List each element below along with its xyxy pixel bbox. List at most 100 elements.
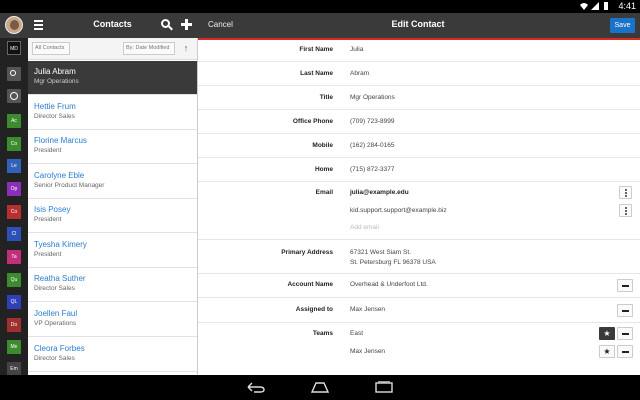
account-name-field[interactable]: Overhead & Underfoot Ltd. [350, 281, 428, 288]
menu-icon[interactable] [34, 20, 43, 30]
remove-assigned-button[interactable] [617, 304, 633, 317]
contact-title: President [34, 216, 62, 223]
rail-recent-icon[interactable] [7, 89, 21, 103]
rail-item-tasks[interactable]: Ta [7, 250, 21, 264]
rail-item-contacts[interactable]: Co [7, 137, 21, 151]
contact-title: Senior Product Manager [34, 182, 105, 189]
contact-title: Director Sales [34, 285, 75, 292]
team-1-field[interactable]: East [350, 330, 363, 337]
contacts-list-pane: All Contacts By: Date Modified ↑ Julia A… [28, 38, 198, 375]
filter-bar: All Contacts By: Date Modified ↑ [28, 38, 197, 60]
account-name-label: Account Name [287, 281, 333, 288]
list-item[interactable]: Cleora Forbes Director Sales [28, 338, 197, 372]
primary-address-label: Primary Address [281, 249, 333, 256]
page-title: Contacts [93, 19, 132, 29]
contact-name: Florine Marcus [34, 136, 87, 145]
mobile-field[interactable]: (162) 284-0165 [350, 142, 394, 149]
team-2-field[interactable]: Max Jensen [350, 348, 385, 355]
title-row: Title Mgr Operations [198, 86, 640, 110]
recent-apps-icon[interactable] [375, 381, 393, 393]
home-icon[interactable] [311, 381, 329, 393]
address-line1[interactable]: 67321 West Siam St. [350, 249, 411, 256]
sort-select[interactable]: By: Date Modified [123, 42, 175, 55]
sort-direction-icon[interactable]: ↑ [181, 42, 191, 55]
contact-name: Joellen Faul [34, 309, 78, 318]
list-item[interactable]: Tyesha Kimery President [28, 234, 197, 268]
contact-name: Hettie Frum [34, 102, 76, 111]
email-secondary-more-icon[interactable] [619, 204, 632, 217]
contact-name: Reatha Suther [34, 274, 86, 283]
office-phone-row: Office Phone (709) 723-8999 [198, 110, 640, 134]
add-icon[interactable] [181, 19, 192, 30]
list-item[interactable]: Julia Abram Mgr Operations [28, 61, 197, 95]
rail-search-icon[interactable] [7, 67, 21, 81]
email-primary-field[interactable]: julia@example.edu [350, 189, 409, 196]
rail-item-opportunities[interactable]: Op [7, 182, 21, 196]
rail-item-leads[interactable]: Le [7, 159, 21, 173]
contact-title: President [34, 251, 62, 258]
contact-name: Carolyne Eble [34, 171, 85, 180]
contact-title: Director Sales [34, 113, 75, 120]
assigned-to-label: Assigned to [295, 306, 333, 313]
save-button[interactable]: Save [610, 18, 635, 33]
remove-team-1-button[interactable] [617, 327, 633, 340]
list-item[interactable]: Isis Posey President [28, 199, 197, 233]
primary-team-star-icon[interactable]: ★ [599, 327, 615, 340]
email-label: Email [315, 189, 333, 196]
title-field[interactable]: Mgr Operations [350, 94, 395, 101]
rail-item-emails[interactable]: Em [7, 362, 21, 376]
first-name-field[interactable]: Julia [350, 46, 363, 53]
contact-name: Isis Posey [34, 205, 71, 214]
list-item[interactable]: Carolyne Eble Senior Product Manager [28, 165, 197, 199]
account-name-row: Account Name Overhead & Underfoot Ltd. [198, 274, 640, 298]
avatar[interactable] [5, 16, 23, 34]
rail-item-quotes[interactable]: Qu [7, 273, 21, 287]
wifi-icon [580, 3, 588, 10]
list-item[interactable]: Reatha Suther Director Sales [28, 268, 197, 302]
contact-title: President [34, 147, 62, 154]
battery-icon [604, 2, 608, 10]
edit-header: Cancel Edit Contact Save [198, 13, 640, 38]
home-field[interactable]: (715) 872-3377 [350, 166, 394, 173]
teams-label: Teams [312, 330, 333, 337]
rail-item-accounts[interactable]: Ac [7, 114, 21, 128]
last-name-field[interactable]: Abram [350, 70, 369, 77]
remove-account-button[interactable] [617, 279, 633, 292]
rail-item-documents[interactable]: Do [7, 318, 21, 332]
search-icon[interactable] [161, 19, 173, 31]
contact-name: Tyesha Kimery [34, 240, 87, 249]
list-item[interactable]: Hettie Frum Director Sales [28, 96, 197, 130]
filter-select[interactable]: All Contacts [32, 42, 70, 55]
office-phone-field[interactable]: (709) 723-8999 [350, 118, 394, 125]
contact-title: Mgr Operations [34, 78, 79, 85]
home-label: Home [314, 166, 333, 173]
rail-item-md[interactable]: MD [7, 41, 21, 55]
screen: 4:41 Contacts Cancel Edit Contact Save M… [0, 0, 640, 400]
remove-team-2-button[interactable] [617, 345, 633, 358]
list-item[interactable]: Florine Marcus President [28, 130, 197, 164]
address-line2[interactable]: St. Petersburg FL 96378 USA [350, 259, 436, 266]
cancel-button[interactable]: Cancel [208, 20, 233, 29]
contact-title: Director Sales [34, 355, 75, 362]
assigned-to-field[interactable]: Max Jensen [350, 306, 385, 313]
status-icons [580, 2, 610, 10]
office-phone-label: Office Phone [292, 118, 333, 125]
rail-item-meetings[interactable]: Me [7, 340, 21, 354]
contact-name: Cleora Forbes [34, 344, 85, 353]
contact-name: Julia Abram [34, 67, 76, 76]
back-icon[interactable] [246, 381, 266, 393]
system-nav-bar [0, 375, 640, 400]
first-name-row: First Name Julia [198, 40, 640, 62]
team-2-star-icon[interactable]: ★ [599, 345, 615, 358]
contact-title: VP Operations [34, 320, 77, 327]
email-secondary-field[interactable]: kid.support.support@example.biz [350, 207, 447, 214]
rail-item-ql[interactable]: QL [7, 295, 21, 309]
email-row: Email julia@example.edu kid.support.supp… [198, 182, 640, 240]
rail-item-co[interactable]: Co [7, 205, 21, 219]
edit-title: Edit Contact [391, 19, 445, 29]
add-email-input[interactable]: Add email [350, 224, 379, 231]
rail-item-cl[interactable]: Cl [7, 227, 21, 241]
email-primary-more-icon[interactable] [619, 186, 632, 199]
list-item[interactable]: Joellen Faul VP Operations [28, 303, 197, 337]
status-time: 4:41 [618, 1, 636, 11]
